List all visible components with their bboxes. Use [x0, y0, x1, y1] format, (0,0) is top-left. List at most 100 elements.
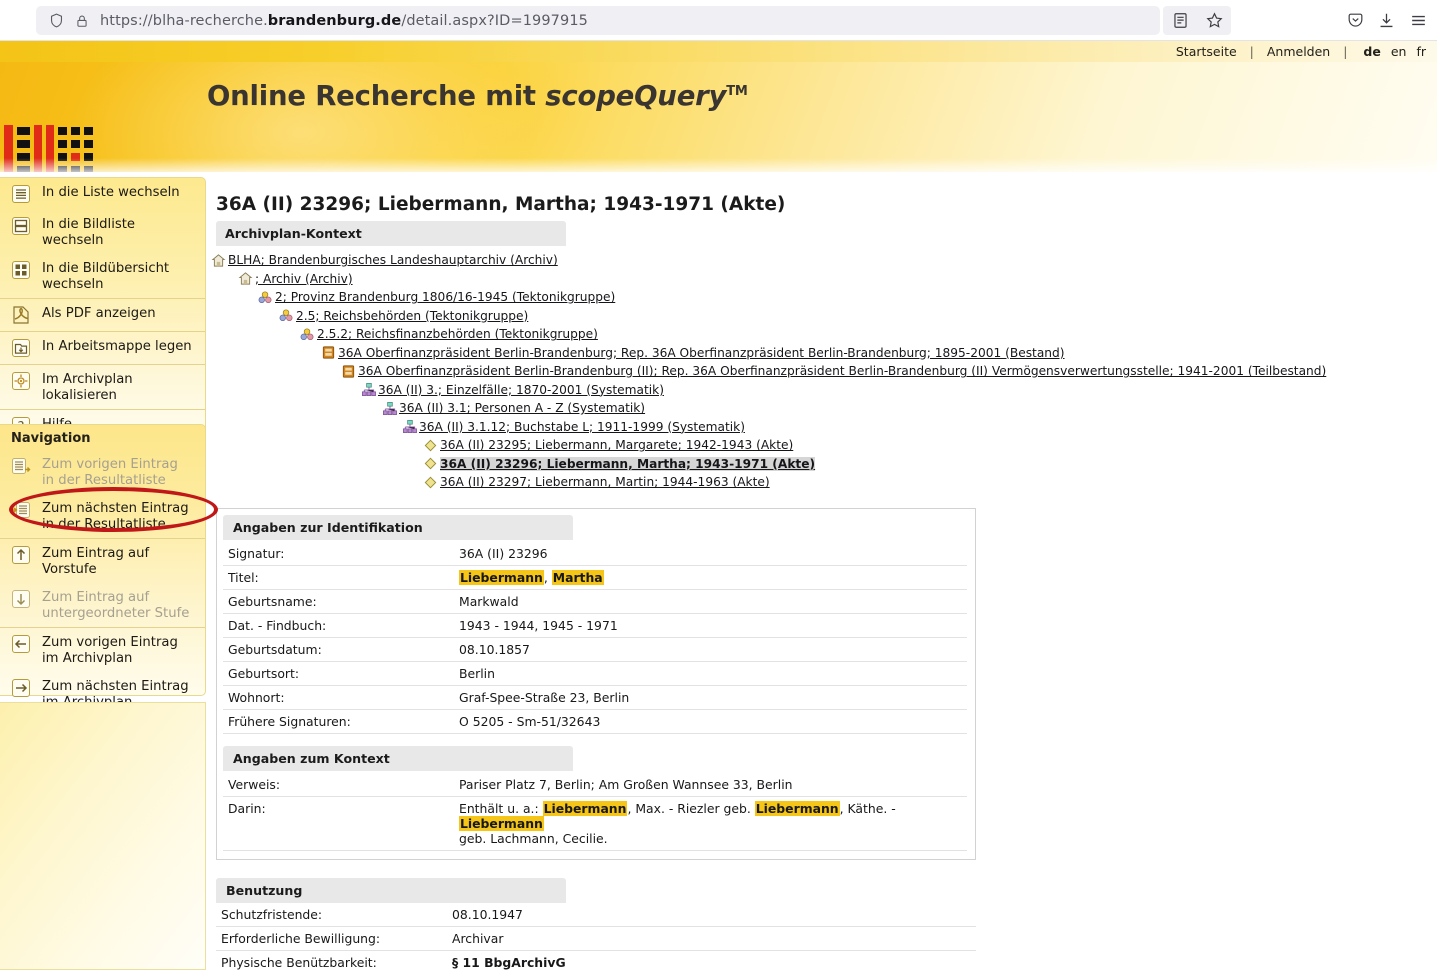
prev-result-icon	[12, 458, 31, 474]
tree-row[interactable]: 36A Oberfinanzpräsident Berlin-Brandenbu…	[211, 344, 1437, 363]
lang-de-link[interactable]: de	[1360, 44, 1383, 59]
row-value: Berlin	[455, 661, 967, 686]
navigation-heading: Navigation	[11, 431, 91, 446]
sidebar-item-zum-naechsten-eintrag-resultatliste[interactable]: Zum nächsten Eintrag in der Resultatlist…	[0, 494, 205, 538]
series-icon	[362, 383, 376, 397]
row-key: Schutzfristende:	[216, 902, 448, 927]
identification-table: Signatur: 36A (II) 23296 Titel: Lieberman…	[223, 541, 967, 734]
row-key: Signatur:	[223, 541, 455, 566]
table-row: Geburtsdatum: 08.10.1857	[223, 637, 967, 662]
usage-table: Schutzfristende: 08.10.1947 Erforderliche…	[216, 902, 976, 970]
detail-block-identification-context: Angaben zur Identifikation Signatur: 36A …	[216, 507, 976, 860]
tree-row-current[interactable]: 36A (II) 23296; Liebermann, Martha; 1943…	[211, 455, 1437, 474]
lang-en-link[interactable]: en	[1388, 44, 1410, 59]
lock-icon	[77, 15, 87, 27]
tree-row[interactable]: BLHA; Brandenburgisches Landeshauptarchi…	[211, 251, 1437, 270]
arrow-right-icon	[12, 679, 30, 697]
tree-link[interactable]: 2; Provinz Brandenburg 1806/16-1945 (Tek…	[275, 290, 615, 304]
file-item-icon	[424, 439, 437, 452]
browser-chrome: https://blha-recherche.brandenburg.de/de…	[0, 0, 1437, 41]
fonds-icon	[342, 365, 355, 378]
table-row: Dat. - Findbuch: 1943 - 1944, 1945 - 1971	[223, 613, 967, 638]
tree-row[interactable]: 2.5; Reichsbehörden (Tektonikgruppe)	[211, 307, 1437, 326]
table-row: Verweis: Pariser Platz 7, Berlin; Am Groß…	[223, 772, 967, 797]
table-row: Wohnort: Graf-Spee-Straße 23, Berlin	[223, 685, 967, 710]
tree-link[interactable]: BLHA; Brandenburgisches Landeshauptarchi…	[228, 253, 558, 267]
page-title: 36A (II) 23296; Liebermann, Martha; 1943…	[216, 194, 786, 215]
row-value: 08.10.1857	[455, 637, 967, 662]
table-row: Schutzfristende: 08.10.1947	[216, 902, 976, 927]
tree-link[interactable]: 36A (II) 23297; Liebermann, Martin; 1944…	[440, 475, 770, 489]
bookmark-star-icon[interactable]	[1205, 11, 1224, 30]
sidebar-label: Zum vorigen Eintrag in der Resultatliste	[42, 457, 178, 488]
browser-toolbar-group	[1163, 6, 1231, 35]
group-icon	[279, 309, 293, 322]
image-grid-icon	[12, 261, 30, 279]
highlight-liebermann: Liebermann	[754, 800, 840, 816]
row-key: Titel:	[223, 565, 455, 590]
row-value: Markwald	[455, 589, 967, 614]
file-item-icon	[424, 457, 437, 470]
tree-row[interactable]: 36A (II) 3.1; Personen A - Z (Systematik…	[211, 399, 1437, 418]
sidebar-item-im-archivplan-lokalisieren[interactable]: Im Archivplan lokalisieren	[0, 364, 205, 409]
tree-row[interactable]: 36A (II) 3.1.12; Buchstabe L; 1911-1999 …	[211, 418, 1437, 437]
lang-fr-link[interactable]: fr	[1413, 44, 1429, 59]
utility-links: Startseite | Anmelden | de en fr	[1176, 44, 1429, 59]
sidebar-item-in-arbeitsmappe-legen[interactable]: In Arbeitsmappe legen	[0, 331, 205, 364]
tree-link[interactable]: 36A Oberfinanzpräsident Berlin-Brandenbu…	[338, 346, 1065, 360]
tree-link[interactable]: 2.5; Reichsbehörden (Tektonikgruppe)	[296, 309, 528, 323]
tree-link[interactable]: ; Archiv (Archiv)	[255, 272, 353, 286]
menu-icon[interactable]	[1409, 11, 1428, 30]
tree-link[interactable]: 36A (II) 3.; Einzelfälle; 1870-2001 (Sys…	[378, 383, 664, 397]
table-row: Geburtsname: Markwald	[223, 589, 967, 614]
row-value: 1943 - 1944, 1945 - 1971	[455, 613, 967, 638]
anmelden-link[interactable]: Anmelden	[1267, 44, 1330, 59]
next-result-icon	[11, 502, 30, 518]
sidebar-item-zum-vorigen-eintrag-resultatliste[interactable]: Zum vorigen Eintrag in der Resultatliste	[0, 450, 205, 494]
main-content: 36A (II) 23296; Liebermann, Martha; 1943…	[206, 177, 1437, 970]
series-icon	[403, 420, 417, 434]
archivplan-kontext-heading: Archivplan-Kontext	[216, 221, 566, 246]
tree-link[interactable]: 36A Oberfinanzpräsident Berlin-Brandenbu…	[358, 364, 1326, 378]
row-value: O 5205 - Sm-51/32643	[455, 709, 967, 734]
tree-link[interactable]: 36A (II) 3.1; Personen A - Z (Systematik…	[399, 401, 645, 415]
tree-link-current[interactable]: 36A (II) 23296; Liebermann, Martha; 1943…	[440, 456, 816, 471]
downloads-icon[interactable]	[1377, 11, 1396, 30]
sidebar-label: In Arbeitsmappe legen	[42, 339, 192, 354]
sidebar-item-zum-eintrag-untergeordnete-stufe[interactable]: Zum Eintrag auf untergeordneter Stufe	[0, 583, 205, 627]
row-key: Darin:	[223, 796, 455, 851]
address-bar[interactable]: https://blha-recherche.brandenburg.de/de…	[36, 6, 1160, 35]
tree-row[interactable]: 36A (II) 23297; Liebermann, Martin; 1944…	[211, 473, 1437, 492]
sidebar-label: Zum vorigen Eintrag im Archivplan	[42, 635, 178, 666]
sidebar-item-zum-vorigen-eintrag-archivplan[interactable]: Zum vorigen Eintrag im Archivplan	[0, 627, 205, 672]
separator-2: |	[1343, 44, 1348, 59]
context-heading: Angaben zum Kontext	[223, 745, 573, 771]
tree-row[interactable]: 2; Provinz Brandenburg 1806/16-1945 (Tek…	[211, 288, 1437, 307]
sidebar-label: Zum nächsten Eintrag in der Resultatlist…	[42, 501, 189, 532]
tree-row[interactable]: 36A (II) 3.; Einzelfälle; 1870-2001 (Sys…	[211, 381, 1437, 400]
tree-row[interactable]: 2.5.2; Reichsfinanzbehörden (Tektonikgru…	[211, 325, 1437, 344]
highlight-liebermann: Liebermann	[542, 800, 628, 816]
tree-link[interactable]: 2.5.2; Reichsfinanzbehörden (Tektonikgru…	[317, 327, 598, 341]
site-header: blha Online Recherche mit scopeQueryTM S…	[0, 62, 1437, 172]
sidebar-item-in-die-liste-wechseln[interactable]: In die Liste wechseln	[0, 178, 205, 210]
row-value: Pariser Platz 7, Berlin; Am Großen Wanns…	[455, 772, 967, 797]
tree-row[interactable]: ; Archiv (Archiv)	[211, 270, 1437, 289]
sidebar-label: In die Bildliste wechseln	[42, 217, 136, 248]
sidebar-item-zum-eintrag-auf-vorstufe[interactable]: Zum Eintrag auf Vorstufe	[0, 538, 205, 583]
table-row: Darin: Enthält u. a.: Liebermann, Max. -…	[223, 796, 967, 851]
tree-row[interactable]: 36A (II) 23295; Liebermann, Margarete; 1…	[211, 436, 1437, 455]
startseite-link[interactable]: Startseite	[1176, 44, 1237, 59]
arrow-left-icon	[12, 635, 30, 653]
tree-row[interactable]: 36A Oberfinanzpräsident Berlin-Brandenbu…	[211, 362, 1437, 381]
blha-logo: blha	[4, 125, 93, 172]
reader-view-icon[interactable]	[1171, 11, 1190, 30]
tree-link[interactable]: 36A (II) 23295; Liebermann, Margarete; 1…	[440, 438, 793, 452]
tree-link[interactable]: 36A (II) 3.1.12; Buchstabe L; 1911-1999 …	[419, 420, 745, 434]
sidebar-item-als-pdf-anzeigen[interactable]: Als PDF anzeigen	[0, 298, 205, 331]
arrow-down-icon	[12, 590, 30, 608]
sidebar-item-in-die-bilduebersicht-wechseln[interactable]: In die Bildübersicht wechseln	[0, 254, 205, 298]
sidebar-item-in-die-bildliste-wechseln[interactable]: In die Bildliste wechseln	[0, 210, 205, 254]
pocket-icon[interactable]	[1346, 11, 1365, 30]
row-value-darin: Enthält u. a.: Liebermann, Max. - Riezle…	[455, 796, 967, 851]
